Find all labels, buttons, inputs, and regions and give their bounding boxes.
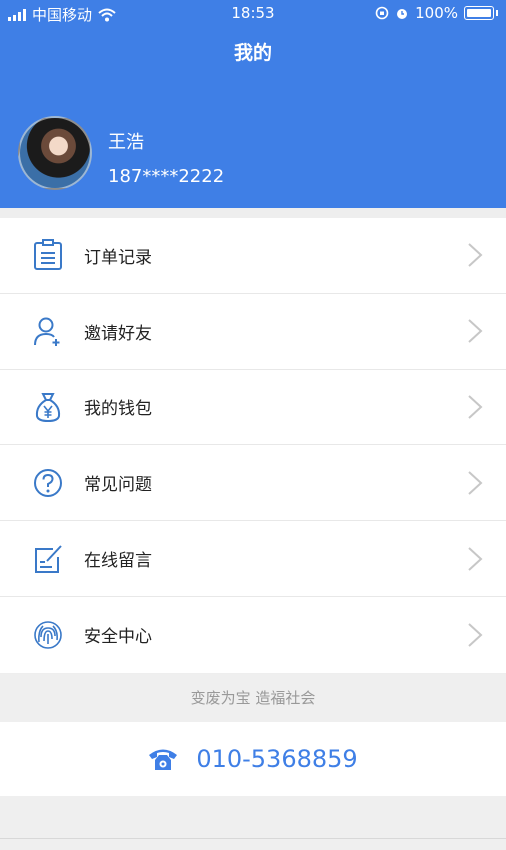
chevron-right-icon	[468, 395, 483, 419]
menu-item-message[interactable]: 在线留言	[0, 521, 506, 597]
menu-item-label: 邀请好友	[84, 323, 152, 344]
telephone-icon	[149, 749, 178, 770]
menu-item-security[interactable]: 安全中心	[0, 597, 506, 673]
add-friend-icon	[32, 315, 64, 347]
user-phone: 187****2222	[108, 166, 225, 187]
chevron-right-icon	[468, 546, 483, 571]
status-bar: 中国移动 18:53 100%	[0, 0, 506, 26]
chevron-right-icon	[468, 319, 483, 343]
battery-percent: 100%	[415, 4, 458, 22]
menu-item-label: 常见问题	[84, 475, 152, 496]
hotline-number[interactable]: 010-5368859	[196, 745, 357, 773]
battery-nub	[496, 10, 498, 16]
wallet-icon	[32, 391, 64, 423]
bottom-spacer	[0, 796, 506, 850]
menu-item-label: 订单记录	[84, 247, 152, 268]
menu-item-label: 在线留言	[84, 551, 152, 572]
profile-header: 中国移动 18:53 100% 我的 王浩 187****2222	[0, 0, 506, 208]
question-icon	[32, 467, 64, 499]
menu-item-orders[interactable]: 订单记录	[0, 218, 506, 294]
alarm-icon	[397, 9, 408, 19]
battery-icon	[464, 6, 494, 20]
chevron-right-icon	[468, 623, 483, 647]
user-name: 王浩	[108, 132, 144, 153]
order-list-icon	[32, 239, 64, 271]
slogan: 变废为宝 造福社会	[0, 674, 506, 722]
fingerprint-icon	[32, 619, 64, 651]
chevron-right-icon	[468, 243, 483, 268]
status-right: 100%	[375, 4, 498, 22]
menu-list: 订单记录 邀请好友 我的钱包 常见问题 在线留言 安全中心	[0, 218, 506, 673]
tabbar-divider	[0, 838, 506, 839]
message-edit-icon	[32, 543, 64, 575]
menu-item-faq[interactable]: 常见问题	[0, 445, 506, 522]
menu-item-label: 我的钱包	[84, 399, 152, 420]
hotline-box[interactable]: 010-5368859	[0, 722, 506, 796]
chevron-right-icon	[468, 471, 483, 495]
rotation-lock-icon	[375, 6, 389, 20]
menu-item-wallet[interactable]: 我的钱包	[0, 370, 506, 446]
avatar[interactable]	[18, 116, 92, 190]
page-title: 我的	[233, 42, 272, 64]
menu-item-label: 安全中心	[84, 627, 152, 648]
menu-item-invite[interactable]: 邀请好友	[0, 294, 506, 370]
